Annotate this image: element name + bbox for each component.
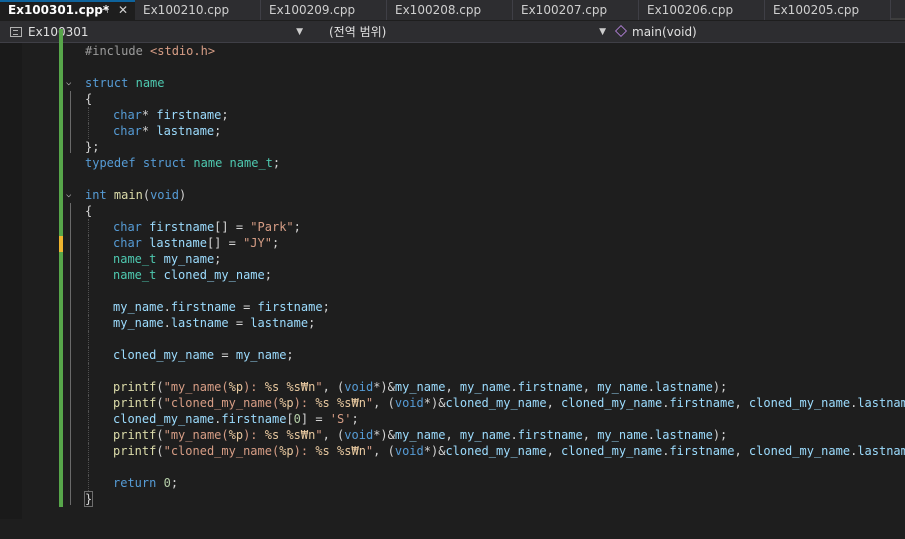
tab-ex100301[interactable]: Ex100301.cpp* ⊣ ✕ (0, 0, 135, 20)
project-dropdown[interactable]: Ex100301 ▼ (2, 23, 307, 41)
tab-ex100205[interactable]: Ex100205.cpp (765, 0, 891, 20)
code-line: char lastname[] = "JY"; (0, 235, 905, 251)
code-line: } (0, 491, 905, 507)
tab-label: Ex100206.cpp (647, 3, 734, 17)
code-editor[interactable]: #include <stdio.h> ⌵ struct name { char*… (0, 29, 905, 519)
code-line: { (85, 92, 93, 106)
code-line: printf("my_name(%p): %s %s₩n", (void*)&m… (0, 427, 905, 443)
matched-brace: } (83, 491, 94, 507)
scope-label: (전역 범위) (329, 25, 387, 39)
tab-label: Ex100207.cpp (521, 3, 608, 17)
code-line: printf("my_name(%p): %s %s₩n", (void*)&m… (0, 379, 905, 395)
method-cube-icon (614, 24, 628, 38)
code-line: char* firstname; (0, 107, 905, 123)
code-line: typedef struct name name_t; (85, 156, 281, 170)
tab-ex100207[interactable]: Ex100207.cpp (513, 0, 639, 20)
chevron-down-icon: ▼ (599, 27, 606, 37)
tab-label: Ex100301.cpp* (8, 3, 110, 17)
code-line: { (85, 204, 93, 218)
code-line: my_name.firstname = firstname; (0, 299, 905, 315)
tab-ex100206[interactable]: Ex100206.cpp (639, 0, 765, 20)
code-line: ⌵ int main(void) (66, 187, 187, 203)
code-line: cloned_my_name.firstname[0] = 'S'; (0, 411, 905, 427)
close-icon[interactable]: ✕ (118, 2, 128, 19)
code-line: name_t cloned_my_name; (0, 267, 905, 283)
tab-label: Ex100209.cpp (269, 3, 356, 17)
code-line: my_name.lastname = lastname; (0, 315, 905, 331)
tab-label: Ex100208.cpp (395, 3, 482, 17)
fold-toggle-icon[interactable]: ⌵ (66, 75, 76, 91)
tab-label: Ex100210.cpp (143, 3, 230, 17)
code-line (0, 283, 905, 299)
code-line: printf("cloned_my_name(%p): %s %s₩n", (v… (0, 395, 905, 411)
code-line (0, 459, 905, 475)
code-line: printf("cloned_my_name(%p): %s %s₩n", (v… (0, 443, 905, 459)
code-line: char* lastname; (0, 123, 905, 139)
member-dropdown[interactable]: main(void) (612, 23, 905, 41)
tab-ex100208[interactable]: Ex100208.cpp (387, 0, 513, 20)
scope-dropdown[interactable]: (전역 범위) ▼ (309, 23, 610, 41)
code-line: char firstname[] = "Park"; (0, 219, 905, 235)
chevron-down-icon: ▼ (296, 27, 303, 37)
code-line: ⌵ struct name (66, 75, 165, 91)
tab-ex100210[interactable]: Ex100210.cpp (135, 0, 261, 20)
cpp-project-icon (10, 27, 22, 37)
code-line: }; (85, 140, 100, 154)
navigation-bar: Ex100301 ▼ (전역 범위) ▼ main(void) (0, 21, 905, 43)
code-line (0, 363, 905, 379)
pin-icon[interactable]: ⊣ (100, 2, 109, 19)
code-line: cloned_my_name = my_name; (0, 347, 905, 363)
member-label: main(void) (632, 25, 697, 39)
code-line: #include <stdio.h> (85, 44, 216, 58)
fold-toggle-icon[interactable]: ⌵ (66, 187, 76, 203)
document-tab-bar: Ex100301.cpp* ⊣ ✕ Ex100210.cpp Ex100209.… (0, 0, 905, 20)
code-line (0, 331, 905, 347)
tab-ex100209[interactable]: Ex100209.cpp (261, 0, 387, 20)
tab-label: Ex100205.cpp (773, 3, 860, 17)
code-line: name_t my_name; (0, 251, 905, 267)
code-line: return 0; (0, 475, 905, 491)
